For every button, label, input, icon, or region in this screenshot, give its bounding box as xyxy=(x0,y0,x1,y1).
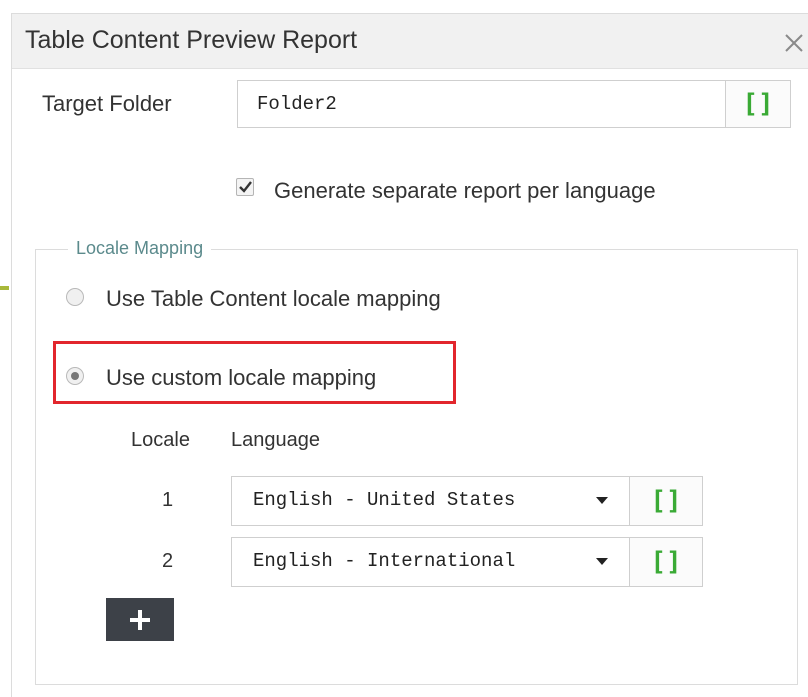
locale-number: 1 xyxy=(162,489,174,511)
caret-down-icon xyxy=(596,558,608,565)
separate-report-checkbox[interactable] xyxy=(236,178,254,196)
locale-number: 2 xyxy=(162,550,174,572)
target-folder-variable-button[interactable]: [] xyxy=(725,80,791,128)
locale-mapping-legend: Locale Mapping xyxy=(68,238,212,259)
language-variable-button[interactable]: [] xyxy=(629,537,703,587)
radio-table-content-mapping-label[interactable]: Use Table Content locale mapping xyxy=(106,286,441,312)
language-select[interactable]: English - United States xyxy=(231,476,630,526)
add-locale-button[interactable] xyxy=(106,598,174,641)
checkmark-icon xyxy=(239,181,252,193)
close-icon[interactable] xyxy=(782,31,806,55)
language-select[interactable]: English - International xyxy=(231,537,630,587)
dialog-title: Table Content Preview Report xyxy=(25,26,358,54)
language-variable-button[interactable]: [] xyxy=(629,476,703,526)
dialog-titlebar: Table Content Preview Report xyxy=(12,14,808,69)
language-select-value: English - International xyxy=(253,550,516,572)
edge-connector-mark xyxy=(0,286,9,290)
language-select-value: English - United States xyxy=(253,489,516,511)
column-header-locale: Locale xyxy=(131,429,190,451)
report-dialog: Table Content Preview Report Target Fold… xyxy=(11,13,808,697)
plus-icon xyxy=(138,610,142,630)
background-edge xyxy=(0,0,11,697)
target-folder-input[interactable] xyxy=(237,80,726,128)
target-folder-label: Target Folder xyxy=(42,91,172,116)
radio-table-content-mapping[interactable] xyxy=(66,288,84,306)
highlight-annotation-box xyxy=(53,341,456,404)
separate-report-label: Generate separate report per language xyxy=(274,178,656,203)
caret-down-icon xyxy=(596,497,608,504)
column-header-language: Language xyxy=(231,429,320,451)
